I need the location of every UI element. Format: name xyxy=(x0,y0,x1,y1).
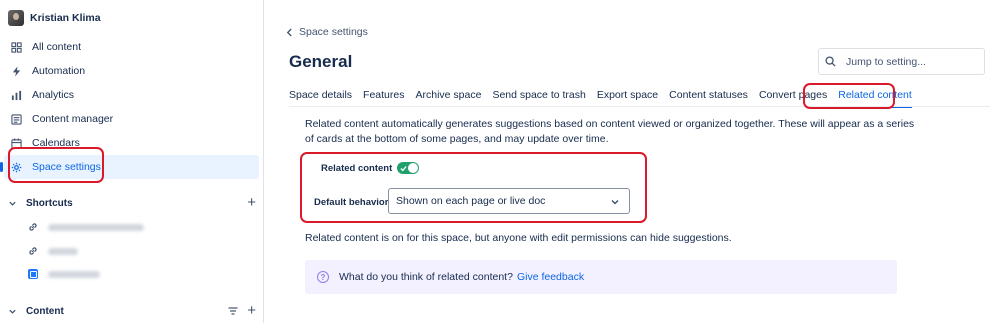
annotation-highlight-space-settings xyxy=(8,147,104,183)
content-section-header[interactable]: Content + xyxy=(8,302,258,320)
sidebar-item-all-content[interactable]: All content xyxy=(4,35,259,59)
back-link-label: Space settings xyxy=(299,26,368,38)
tab-content-statuses[interactable]: Content statuses xyxy=(669,89,748,105)
tab-archive-space[interactable]: Archive space xyxy=(415,89,481,105)
active-indicator xyxy=(0,162,3,172)
sidebar-item-automation[interactable]: Automation xyxy=(4,59,259,83)
lightning-icon xyxy=(10,65,22,77)
shortcut-item[interactable] xyxy=(28,218,144,236)
shortcut-item[interactable] xyxy=(28,242,78,260)
sidebar-item-label: Analytics xyxy=(32,89,75,101)
chevron-left-icon xyxy=(286,28,292,36)
shortcuts-section-header[interactable]: Shortcuts + xyxy=(8,194,258,212)
sidebar-item-analytics[interactable]: Analytics xyxy=(4,83,259,107)
give-feedback-link[interactable]: Give feedback xyxy=(517,271,584,283)
redacted-shortcut-name xyxy=(48,247,78,255)
tab-features[interactable]: Features xyxy=(363,89,404,105)
page-title: General xyxy=(289,52,353,71)
redacted-shortcut-name xyxy=(48,270,100,278)
sidebar-item-content-manager[interactable]: Content manager xyxy=(4,107,259,131)
search-placeholder: Jump to setting... xyxy=(846,55,926,68)
filter-icon[interactable] xyxy=(228,306,238,316)
shortcut-item[interactable] xyxy=(28,265,100,283)
link-icon xyxy=(28,246,38,256)
shortcuts-label: Shortcuts xyxy=(26,197,73,209)
avatar xyxy=(8,10,24,26)
bar-chart-icon xyxy=(10,89,22,101)
related-content-description: Related content automatically generates … xyxy=(305,118,915,145)
tab-space-details[interactable]: Space details xyxy=(289,89,352,105)
sidebar-item-label: Content manager xyxy=(32,113,114,125)
chevron-down-icon xyxy=(8,199,18,208)
add-shortcut-icon[interactable]: + xyxy=(247,194,256,212)
content-manager-icon xyxy=(10,113,22,125)
tab-send-space-to-trash[interactable]: Send space to trash xyxy=(492,89,585,105)
question-icon: ? xyxy=(317,271,329,283)
user-name: Kristian Klima xyxy=(30,12,101,24)
annotation-highlight-related-settings xyxy=(300,152,647,223)
tab-export-space[interactable]: Export space xyxy=(597,89,658,105)
annotation-highlight-related-tab xyxy=(803,83,895,109)
feedback-banner: ? What do you think of related content? G… xyxy=(305,260,897,294)
link-icon xyxy=(28,222,38,232)
back-link[interactable]: Space settings xyxy=(286,26,368,38)
confluence-icon xyxy=(28,269,38,279)
chevron-down-icon xyxy=(8,307,18,316)
redacted-shortcut-name xyxy=(48,223,144,231)
sidebar-item-label: Automation xyxy=(32,65,86,77)
user-profile[interactable]: Kristian Klima xyxy=(8,8,101,28)
jump-to-setting-input[interactable]: Jump to setting... xyxy=(818,48,985,75)
sidebar-item-label: All content xyxy=(32,41,82,53)
grid-icon xyxy=(10,41,22,53)
search-icon xyxy=(825,56,836,67)
feedback-question: What do you think of related content? xyxy=(339,271,513,283)
feedback-text: What do you think of related content? Giv… xyxy=(339,271,584,283)
content-label: Content xyxy=(26,305,64,317)
add-content-icon[interactable]: + xyxy=(247,302,256,320)
edit-permissions-note: Related content is on for this space, bu… xyxy=(305,232,732,244)
